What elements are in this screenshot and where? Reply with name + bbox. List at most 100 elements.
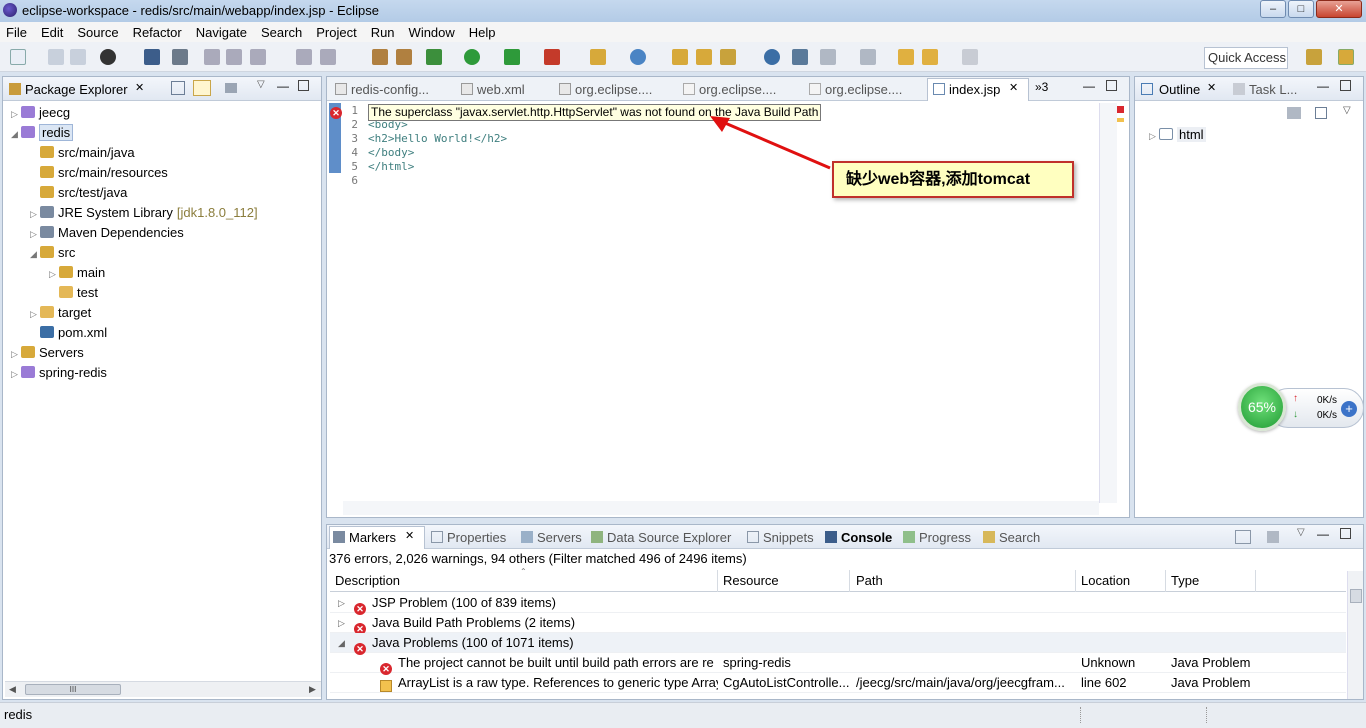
scroll-right-icon[interactable]: ▶ bbox=[309, 684, 316, 695]
expand-icon[interactable]: ▷ bbox=[30, 204, 40, 224]
tab-search[interactable]: Search bbox=[983, 528, 1040, 548]
next-annotation-icon[interactable] bbox=[820, 49, 836, 65]
horizontal-scrollbar[interactable]: ◀ III ▶ bbox=[5, 681, 321, 697]
menu-run[interactable]: Run bbox=[371, 25, 395, 40]
column-divider[interactable] bbox=[849, 570, 850, 592]
column-type[interactable]: Type bbox=[1171, 573, 1199, 588]
horizontal-scrollbar[interactable] bbox=[343, 501, 1099, 515]
open-perspective-icon[interactable] bbox=[1306, 49, 1322, 65]
new-icon[interactable] bbox=[10, 49, 26, 65]
expand-icon[interactable]: ▷ bbox=[30, 224, 40, 244]
forward-icon[interactable] bbox=[962, 49, 978, 65]
tab-overflow[interactable]: »3 bbox=[1035, 80, 1048, 94]
code-line[interactable]: </html> bbox=[368, 160, 414, 173]
column-divider[interactable] bbox=[717, 570, 718, 592]
tab-web-xml[interactable]: web.xml bbox=[461, 80, 525, 100]
tab-redis-config[interactable]: redis-config... bbox=[335, 80, 429, 100]
minimize-view-icon[interactable]: — bbox=[1317, 79, 1329, 93]
hide-attributes-icon[interactable] bbox=[1287, 107, 1301, 119]
close-tab-icon[interactable]: ✕ bbox=[1207, 81, 1216, 94]
terminate-icon[interactable] bbox=[250, 49, 266, 65]
table-row[interactable]: ◢ ✕ Java Problems (100 of 1071 items) bbox=[330, 633, 1346, 655]
minimize-view-icon[interactable]: — bbox=[277, 79, 289, 93]
view-menu-icon[interactable]: ▽ bbox=[1343, 105, 1351, 116]
maximize-view-icon[interactable] bbox=[1106, 80, 1117, 91]
table-row[interactable]: ▷ ✕ JSP Problem (100 of 839 items) bbox=[330, 593, 1346, 615]
tab-org-eclipse-3[interactable]: org.eclipse.... bbox=[809, 80, 902, 100]
scrollbar-thumb[interactable]: III bbox=[25, 684, 121, 695]
tab-markers[interactable]: Markers bbox=[333, 528, 396, 548]
tree-item[interactable]: ▷ spring-redis bbox=[11, 363, 107, 383]
save-all-icon[interactable] bbox=[70, 49, 86, 65]
code-line[interactable]: <h2>Hello World!</h2> bbox=[368, 132, 507, 145]
tab-data-source-explorer[interactable]: Data Source Explorer bbox=[591, 528, 731, 548]
tab-properties[interactable]: Properties bbox=[431, 528, 506, 548]
tree-item[interactable]: ▷ target bbox=[30, 303, 91, 323]
tab-console[interactable]: Console bbox=[825, 528, 892, 548]
table-row[interactable]: ArrayList is a raw type. References to g… bbox=[330, 673, 1346, 693]
menu-help[interactable]: Help bbox=[469, 25, 496, 40]
column-location[interactable]: Location bbox=[1081, 573, 1130, 588]
tab-index-jsp[interactable]: index.jsp bbox=[933, 80, 1000, 100]
close-tab-icon[interactable]: ✕ bbox=[1009, 81, 1018, 94]
filter-icon[interactable] bbox=[225, 83, 237, 93]
view-menu-icon[interactable]: ▽ bbox=[1297, 527, 1305, 538]
close-tab-icon[interactable]: ✕ bbox=[135, 81, 144, 94]
maximize-button[interactable]: □ bbox=[1288, 0, 1314, 18]
tree-item[interactable]: ▷ JRE System Library [jdk1.8.0_112] bbox=[30, 203, 258, 223]
tab-servers[interactable]: Servers bbox=[521, 528, 582, 548]
view-menu-icon[interactable]: ▽ bbox=[257, 79, 265, 90]
annotation-icon[interactable] bbox=[792, 49, 808, 65]
column-divider[interactable] bbox=[1075, 570, 1076, 592]
collapse-all-icon[interactable] bbox=[1315, 107, 1327, 119]
open-file-icon[interactable] bbox=[696, 49, 712, 65]
tree-item[interactable]: ◢ src bbox=[30, 243, 75, 263]
menu-refactor[interactable]: Refactor bbox=[133, 25, 182, 40]
terminal-icon[interactable] bbox=[144, 49, 160, 65]
menu-search[interactable]: Search bbox=[261, 25, 302, 40]
close-button[interactable]: ✕ bbox=[1316, 0, 1362, 18]
column-resource[interactable]: Resource bbox=[723, 573, 779, 588]
open-type-icon[interactable] bbox=[372, 49, 388, 65]
tree-item[interactable]: pom.xml bbox=[30, 323, 107, 343]
memory-gauge[interactable]: 65% bbox=[1238, 383, 1286, 431]
expand-icon[interactable]: ▷ bbox=[30, 304, 40, 324]
menu-file[interactable]: File bbox=[6, 25, 27, 40]
new-class-icon[interactable] bbox=[630, 49, 646, 65]
vertical-scrollbar[interactable] bbox=[1099, 103, 1117, 503]
tree-item[interactable]: ▷ Maven Dependencies bbox=[30, 223, 184, 243]
tab-org-eclipse-1[interactable]: org.eclipse.... bbox=[559, 80, 652, 100]
menu-source[interactable]: Source bbox=[77, 25, 118, 40]
tab-snippets[interactable]: Snippets bbox=[747, 528, 814, 548]
tab-task-list[interactable]: Task L... bbox=[1249, 80, 1297, 100]
search-toolbar-icon[interactable] bbox=[720, 49, 736, 65]
close-tab-icon[interactable]: ✕ bbox=[405, 529, 414, 542]
overview-warning-marker[interactable] bbox=[1117, 118, 1124, 122]
tab-package-explorer[interactable]: Package Explorer bbox=[25, 80, 128, 100]
expand-icon[interactable]: ▷ bbox=[338, 593, 345, 613]
expand-icon[interactable]: ▷ bbox=[11, 344, 21, 364]
suspend-icon[interactable] bbox=[226, 49, 242, 65]
tree-item[interactable]: ▷ jeecg bbox=[11, 103, 70, 123]
expand-icon[interactable]: ▷ bbox=[338, 613, 345, 633]
expand-icon[interactable]: ▷ bbox=[11, 104, 21, 124]
last-edit-icon[interactable] bbox=[898, 49, 914, 65]
column-divider[interactable] bbox=[1255, 570, 1256, 592]
tree-item[interactable]: src/main/resources bbox=[30, 163, 168, 183]
tab-org-eclipse-2[interactable]: org.eclipse.... bbox=[683, 80, 776, 100]
menu-navigate[interactable]: Navigate bbox=[196, 25, 247, 40]
expand-icon[interactable]: ◢ bbox=[30, 244, 40, 264]
column-divider[interactable] bbox=[1165, 570, 1166, 592]
tree-item[interactable]: ▷ main bbox=[49, 263, 105, 283]
minimize-view-icon[interactable]: — bbox=[1317, 527, 1329, 541]
step-into-icon[interactable] bbox=[296, 49, 312, 65]
link-editor-icon[interactable] bbox=[193, 80, 211, 96]
expand-icon[interactable]: ▷ bbox=[49, 264, 59, 284]
new-java-project-icon[interactable] bbox=[590, 49, 606, 65]
prev-annotation-icon[interactable] bbox=[860, 49, 876, 65]
scrollbar-thumb[interactable] bbox=[1350, 589, 1362, 603]
tree-item[interactable]: ▷ Servers bbox=[11, 343, 84, 363]
skip-breakpoints-icon[interactable] bbox=[172, 49, 188, 65]
collapse-all-icon[interactable] bbox=[171, 81, 185, 95]
resume-icon[interactable] bbox=[204, 49, 220, 65]
